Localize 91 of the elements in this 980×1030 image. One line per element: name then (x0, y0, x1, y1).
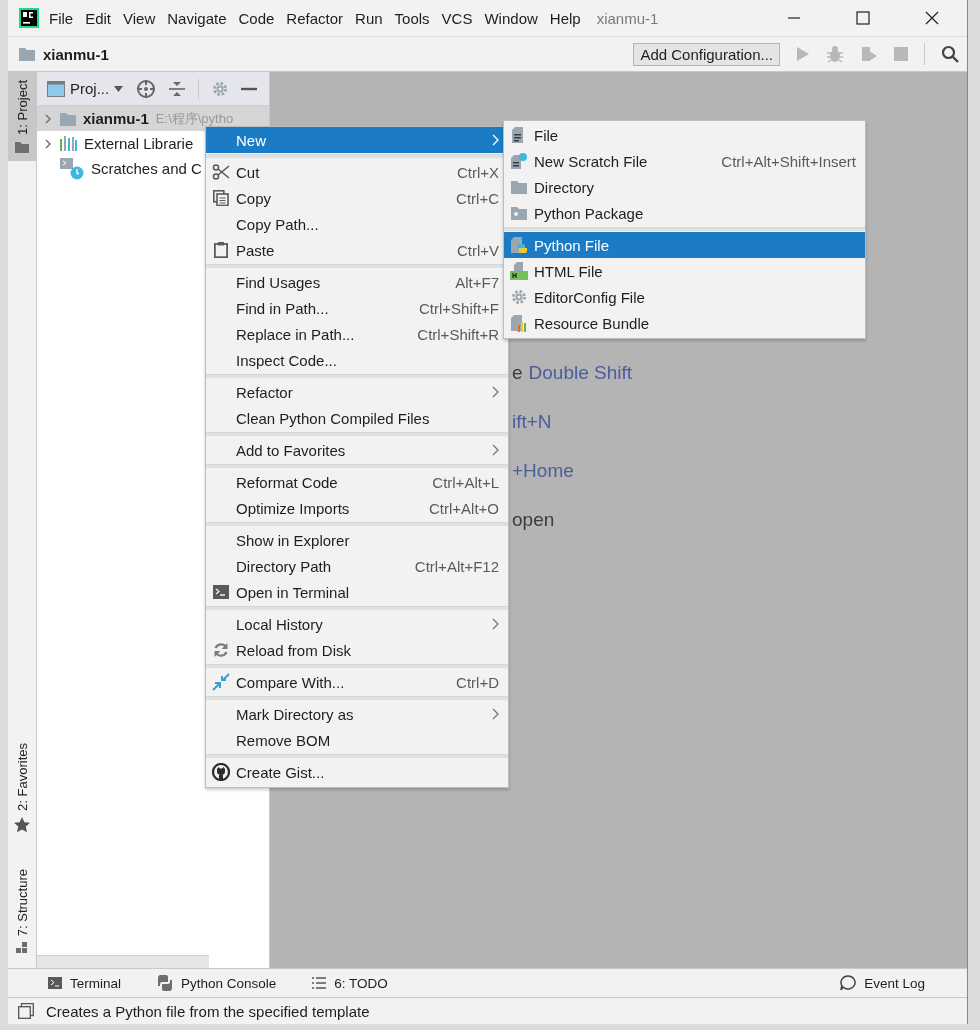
star-icon (14, 816, 30, 833)
collapse-all-icon[interactable] (169, 79, 186, 98)
resource-bundle-icon (511, 314, 527, 332)
menu-item[interactable]: Navigate (167, 9, 227, 27)
window-icon (47, 80, 65, 97)
menu-item[interactable]: Edit (85, 9, 112, 27)
search-icon[interactable] (941, 45, 959, 63)
hide-icon[interactable] (241, 86, 258, 91)
structure-icon (16, 942, 28, 954)
hint-text: open (512, 509, 555, 530)
tool-window-tab[interactable]: 7: Structure (8, 860, 36, 962)
list-icon (312, 977, 327, 989)
speech-bubble-icon (840, 975, 857, 991)
menu-item[interactable]: Reload from Disk (206, 637, 508, 663)
menu-item[interactable]: Python File (504, 232, 865, 258)
cat-silhouette-icon (212, 763, 230, 781)
gear-icon (511, 289, 527, 305)
menu-item[interactable]: Show in Explorer (206, 527, 508, 553)
package-folder-icon (511, 206, 527, 220)
menu-item[interactable]: Mark Directory as (206, 701, 508, 727)
terminal-icon (213, 585, 229, 599)
menu-item[interactable]: Reformat Code Ctrl+Alt+L (206, 469, 508, 495)
menu-item[interactable]: View (123, 9, 156, 27)
python-file-icon (511, 236, 527, 254)
window-title: xianmu-1 (596, 9, 659, 27)
menu-item[interactable]: Tools (394, 9, 430, 27)
menu-item[interactable]: Refactor (206, 379, 508, 405)
settings-icon (212, 80, 229, 97)
menu-item[interactable]: VCS (441, 9, 473, 27)
html-file-icon (510, 262, 528, 280)
close-icon[interactable] (925, 11, 939, 25)
reload-icon (213, 642, 229, 658)
menu-item[interactable]: Open in Terminal (206, 579, 508, 605)
tool-window-button[interactable]: Python Console (157, 975, 277, 991)
menu-item[interactable]: Resource Bundle (504, 310, 865, 336)
library-bars-icon (60, 136, 77, 151)
terminal-icon (48, 977, 62, 989)
menu-item[interactable]: Directory Path Ctrl+Alt+F12 (206, 553, 508, 579)
app-logo-icon (19, 8, 39, 28)
tool-window-button[interactable]: Event Log (840, 975, 925, 991)
menu-item[interactable]: Optimize Imports Ctrl+Alt+O (206, 495, 508, 521)
menu-item[interactable]: HTML File (504, 258, 865, 284)
tool-window-tab[interactable]: 1: Project (8, 72, 36, 161)
menu-item[interactable]: Directory (504, 174, 865, 200)
dropdown-caret-icon (114, 85, 124, 92)
file-icon (512, 127, 526, 143)
compare-arrows-icon (212, 673, 230, 691)
tool-window-button[interactable]: Terminal (48, 975, 121, 991)
copy-icon (213, 190, 229, 206)
crosshair-icon[interactable] (136, 78, 157, 99)
tab-label: 2: Favorites (14, 742, 30, 811)
tab-label: 1: Project (14, 80, 30, 135)
status-message: Creates a Python file from the specified template (46, 1002, 370, 1020)
menu-item[interactable]: Inspect Code... (206, 347, 508, 373)
menu-item[interactable]: Add to Favorites (206, 437, 508, 463)
menu-item[interactable]: File (49, 9, 74, 27)
tool-window-tab[interactable]: 2: Favorites (8, 734, 36, 841)
menu-item[interactable]: Help (549, 9, 581, 27)
tab-label: 7: Structure (14, 868, 30, 936)
maximize-icon[interactable] (856, 11, 870, 25)
folder-icon (19, 47, 35, 61)
folder-icon (15, 140, 29, 153)
menu-item[interactable]: Run (355, 9, 383, 27)
scrollbar[interactable] (37, 955, 209, 968)
view-selector[interactable]: Proj... (47, 80, 124, 97)
add-configuration-button[interactable]: Add Configuration... (633, 42, 780, 66)
shortcut-hint: Double Shift (528, 362, 633, 383)
tool-window-button[interactable]: 6: TODO (312, 975, 388, 991)
scratch-clock-icon (60, 157, 84, 180)
shortcut-hint: ift+N (512, 411, 552, 432)
folder-icon (60, 111, 76, 126)
menu-item[interactable]: Clean Python Compiled Files (206, 405, 508, 431)
scissors-icon (212, 164, 230, 180)
menu-item[interactable]: Refactor (286, 9, 344, 27)
menu-item[interactable]: Window (484, 9, 538, 27)
project-breadcrumb[interactable]: xianmu-1 (43, 45, 109, 63)
hint-text: e (512, 362, 523, 383)
menu-item[interactable]: Compare With... Ctrl+D (206, 669, 508, 695)
menu-item[interactable]: Create Gist... (206, 759, 508, 785)
scratch-file-icon (511, 153, 527, 169)
tree-item[interactable]: xianmu-1 E:\程序\pytho (37, 106, 269, 131)
menu-item[interactable]: Code (238, 9, 275, 27)
folder-icon (511, 180, 527, 194)
menu-item[interactable]: Local History (206, 611, 508, 637)
clipboard-icon (214, 242, 228, 258)
layout-icon[interactable] (18, 1003, 34, 1019)
menu-item[interactable]: Python Package (504, 200, 865, 226)
menu-item[interactable]: Remove BOM (206, 727, 508, 753)
python-icon (157, 975, 173, 991)
menu-item[interactable]: EditorConfig File (504, 284, 865, 310)
shortcut-hint: +Home (512, 460, 574, 481)
